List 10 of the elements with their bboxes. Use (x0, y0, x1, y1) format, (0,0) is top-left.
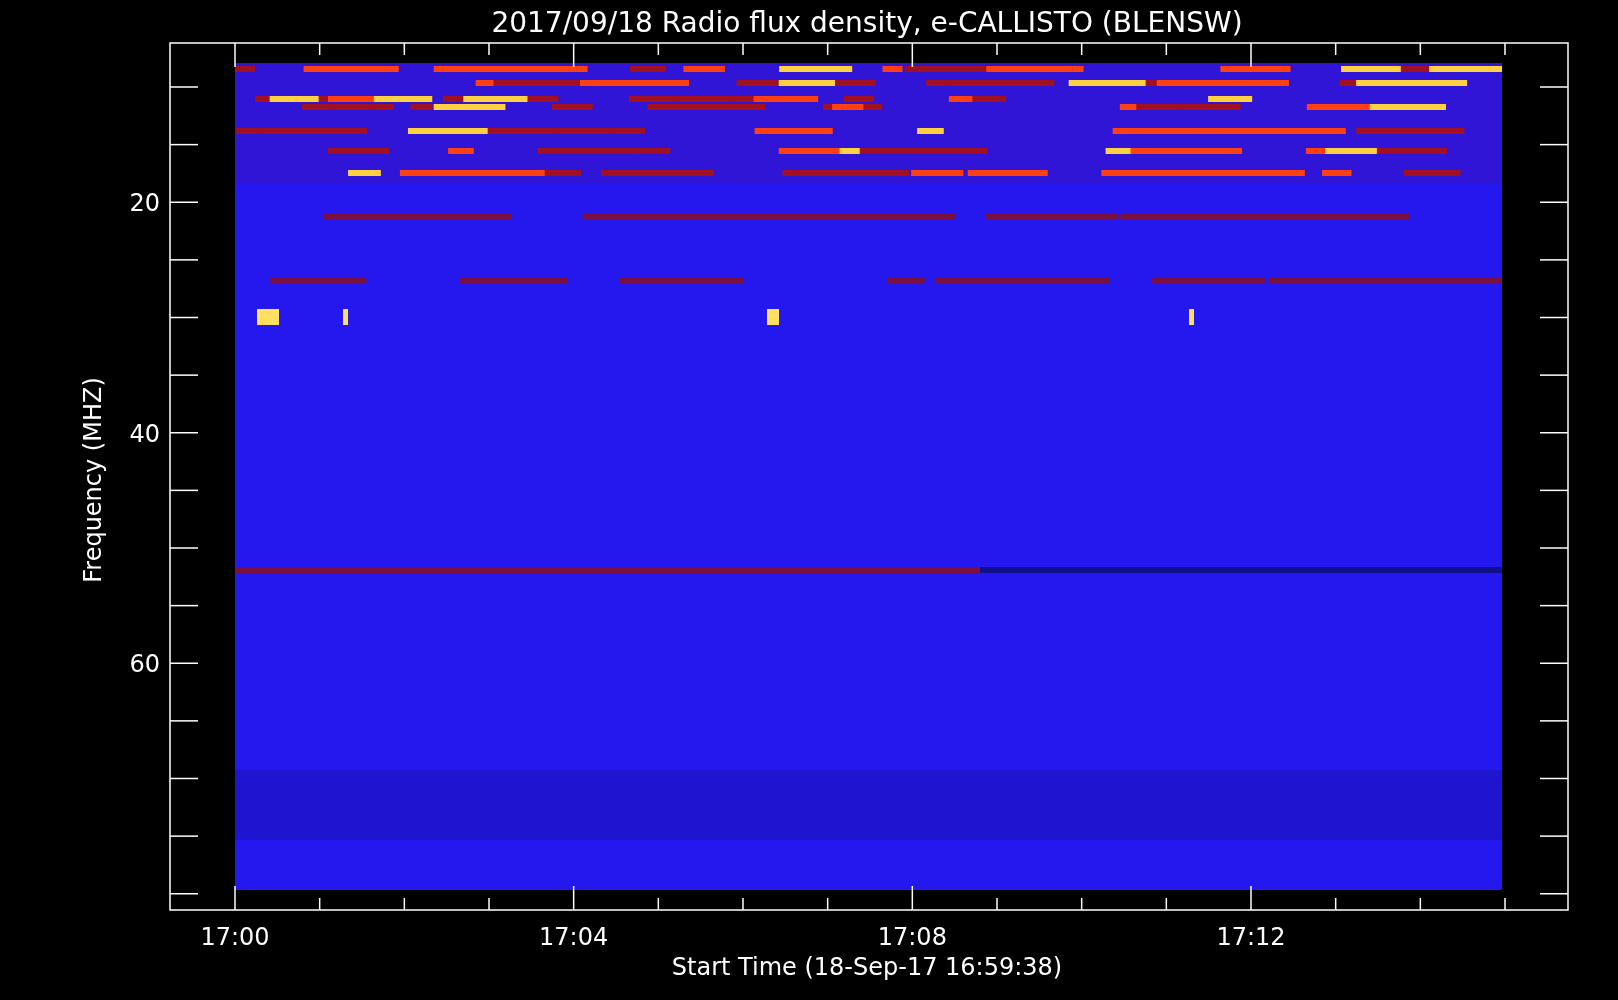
tick-label: 40 (129, 419, 160, 448)
y-axis-label: Frequency (MHZ) (79, 377, 107, 583)
tick-label: 20 (129, 189, 160, 217)
tick-label: 17:00 (200, 923, 270, 951)
tick-label: 17:12 (1216, 923, 1286, 951)
tick-label: 60 (129, 650, 160, 678)
x-axis-label: Start Time (18-Sep-17 16:59:38) (671, 953, 1063, 981)
tick-label: 17:04 (539, 923, 609, 951)
chart-title: 2017/09/18 Radio flux density, e-CALLISTO (BLENSW) (491, 6, 1243, 39)
tick-label: 17:08 (877, 923, 947, 951)
